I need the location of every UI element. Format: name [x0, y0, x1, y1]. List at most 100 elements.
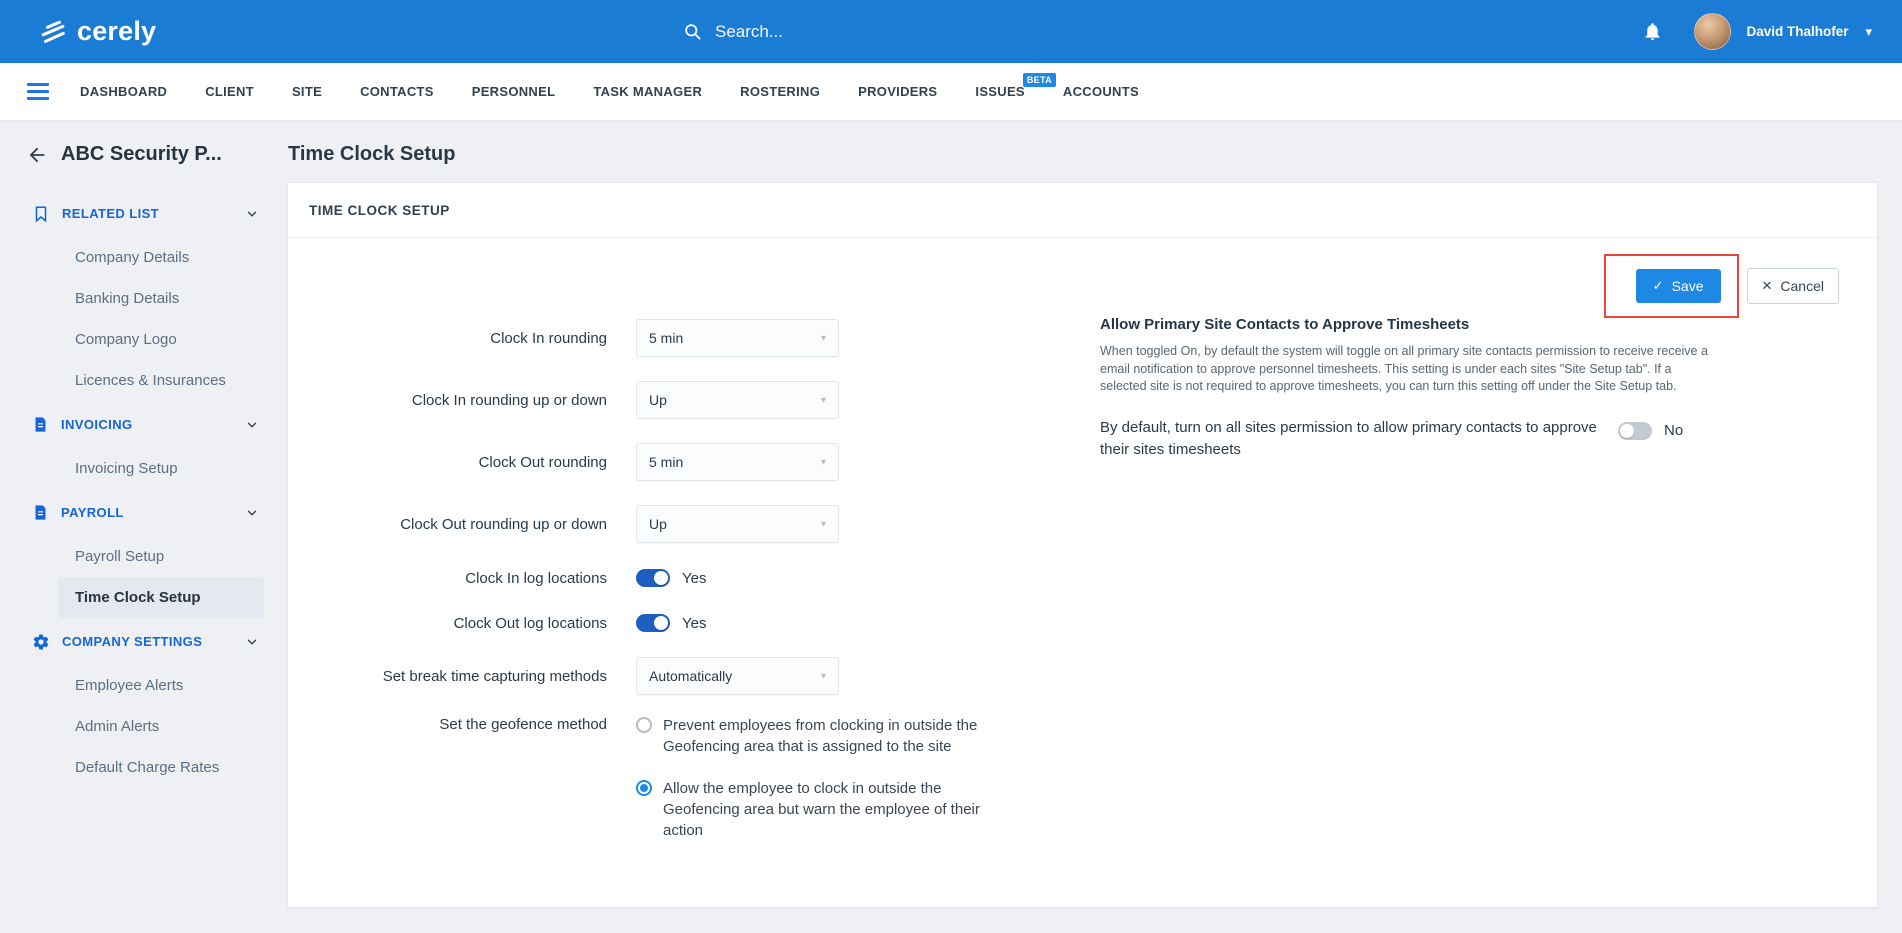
- sidebar-section-payroll[interactable]: PAYROLL: [0, 489, 281, 536]
- approve-timesheets-toggle[interactable]: [1618, 421, 1652, 440]
- topbar: cerely David Thalhofer ▾: [0, 0, 1902, 63]
- brand-name: cerely: [77, 16, 157, 46]
- time-clock-setup-card: TIME CLOCK SETUP ✓ Save ✕ Cancel Clock I…: [287, 182, 1878, 908]
- section-label: RELATED LIST: [62, 206, 159, 221]
- form-row: Clock Out rounding 5 min ▾: [288, 439, 1078, 485]
- user-name[interactable]: David Thalhofer: [1746, 24, 1848, 39]
- nav-item-task-manager[interactable]: TASK MANAGER: [593, 84, 702, 99]
- sidebar-section-company-settings[interactable]: COMPANY SETTINGS: [0, 618, 281, 665]
- nav-item-accounts[interactable]: ACCOUNTS: [1063, 84, 1139, 99]
- search-input[interactable]: [715, 21, 1113, 42]
- section-label: INVOICING: [61, 417, 133, 432]
- select-caret-icon: ▾: [820, 332, 826, 344]
- nav-item-dashboard[interactable]: DASHBOARD: [80, 84, 167, 99]
- clock-in-rounding-select[interactable]: 5 min ▾: [636, 319, 839, 357]
- sidebar-item-employee-alerts[interactable]: Employee Alerts: [58, 665, 264, 706]
- field-label-clock-out-log-locations: Clock Out log locations: [453, 614, 607, 632]
- form-row: Set the geofence method Prevent employee…: [288, 715, 1078, 862]
- field-label-break-time-methods: Set break time capturing methods: [382, 667, 607, 685]
- beta-badge: BETA: [1022, 73, 1056, 87]
- field-label-clock-in-up-down: Clock In rounding up or down: [411, 391, 607, 409]
- section-label: PAYROLL: [61, 505, 124, 520]
- menu-icon[interactable]: [27, 83, 49, 100]
- field-label-clock-in-log-locations: Clock In log locations: [465, 569, 607, 587]
- sidebar-item-licences-insurances[interactable]: Licences & Insurances: [58, 360, 264, 401]
- break-time-methods-select[interactable]: Automatically ▾: [636, 657, 839, 695]
- form-row: Clock Out rounding up or down Up ▾: [288, 501, 1078, 547]
- select-caret-icon: ▾: [820, 394, 826, 406]
- global-search: [683, 0, 1113, 63]
- approve-panel-description: When toggled On, by default the system w…: [1100, 344, 1708, 393]
- save-button-label: Save: [1671, 278, 1704, 294]
- nav-items: DASHBOARD CLIENT SITE CONTACTS PERSONNEL…: [80, 73, 1139, 99]
- save-button[interactable]: ✓ Save: [1635, 269, 1721, 303]
- select-value: Up: [649, 516, 667, 532]
- approve-panel-heading: Allow Primary Site Contacts to Approve T…: [1100, 316, 1470, 333]
- field-label-clock-in-rounding: Clock In rounding: [490, 329, 607, 347]
- gear-icon: [32, 633, 50, 651]
- nav-item-personnel[interactable]: PERSONNEL: [472, 84, 556, 99]
- clock-in-up-down-select[interactable]: Up ▾: [636, 381, 839, 419]
- cancel-button[interactable]: ✕ Cancel: [1746, 268, 1839, 304]
- form-row: Clock Out log locations Yes: [288, 608, 1078, 638]
- select-value: Automatically: [649, 668, 733, 684]
- form-row: Clock In rounding up or down Up ▾: [288, 377, 1078, 423]
- notifications-bell-icon[interactable]: [1642, 21, 1663, 42]
- nav-item-contacts[interactable]: CONTACTS: [360, 84, 434, 99]
- sidebar-section-related-list[interactable]: RELATED LIST: [0, 190, 281, 237]
- geofence-option-allow-warn[interactable]: Allow the employee to clock in outside t…: [636, 778, 985, 841]
- clock-out-up-down-select[interactable]: Up ▾: [636, 505, 839, 543]
- nav-item-site[interactable]: SITE: [292, 84, 322, 99]
- annotation-save-highlight: ✓ Save: [1603, 254, 1739, 318]
- search-icon[interactable]: [683, 22, 702, 41]
- nav-item-providers[interactable]: PROVIDERS: [858, 84, 937, 99]
- select-caret-icon: ▾: [820, 670, 826, 682]
- clock-out-rounding-select[interactable]: 5 min ▾: [636, 443, 839, 481]
- field-label-clock-out-up-down: Clock Out rounding up or down: [400, 515, 607, 533]
- close-icon: ✕: [1761, 278, 1773, 293]
- back-arrow-icon[interactable]: [26, 144, 48, 166]
- cerely-logo-icon: [38, 17, 68, 47]
- main-content: Time Clock Setup TIME CLOCK SETUP ✓ Save…: [281, 121, 1902, 933]
- chevron-down-icon[interactable]: [245, 635, 259, 649]
- sidebar-item-default-charge-rates[interactable]: Default Charge Rates: [58, 747, 264, 788]
- topbar-right: David Thalhofer ▾: [1642, 13, 1872, 50]
- approve-panel-toggle-label: By default, turn on all sites permission…: [1100, 418, 1597, 458]
- geofence-option-prevent[interactable]: Prevent employees from clocking in outsi…: [636, 715, 985, 757]
- sidebar-title: ABC Security P...: [61, 143, 222, 165]
- sidebar-item-admin-alerts[interactable]: Admin Alerts: [58, 706, 264, 747]
- radio-unselected-icon[interactable]: [636, 717, 652, 733]
- sidebar-section-invoicing[interactable]: INVOICING: [0, 401, 281, 448]
- page-title: Time Clock Setup: [288, 143, 456, 165]
- chevron-down-icon[interactable]: [245, 418, 259, 432]
- radio-selected-icon[interactable]: [636, 780, 652, 796]
- document-icon: [32, 416, 49, 433]
- toggle-state-label: No: [1664, 422, 1684, 439]
- user-avatar[interactable]: [1694, 13, 1732, 50]
- geofence-radio-group: Prevent employees from clocking in outsi…: [636, 715, 985, 862]
- nav-item-issues[interactable]: ISSUES BETA: [975, 73, 1056, 99]
- sidebar-item-company-logo[interactable]: Company Logo: [58, 319, 264, 360]
- sidebar-item-payroll-setup[interactable]: Payroll Setup: [58, 536, 264, 577]
- user-menu-caret-icon[interactable]: ▾: [1865, 24, 1872, 40]
- brand[interactable]: cerely: [38, 16, 156, 47]
- clock-in-log-locations-toggle[interactable]: [636, 569, 670, 587]
- sidebar-item-time-clock-setup[interactable]: Time Clock Setup: [58, 577, 264, 618]
- nav-item-client[interactable]: CLIENT: [205, 84, 254, 99]
- sidebar-item-invoicing-setup[interactable]: Invoicing Setup: [58, 448, 264, 489]
- chevron-down-icon[interactable]: [245, 506, 259, 520]
- form-row: Clock In rounding 5 min ▾: [288, 315, 1078, 361]
- clock-out-log-locations-toggle[interactable]: [636, 614, 670, 632]
- field-label-geofence-method: Set the geofence method: [439, 716, 607, 733]
- sidebar-item-company-details[interactable]: Company Details: [58, 237, 264, 278]
- chevron-down-icon[interactable]: [245, 207, 259, 221]
- select-caret-icon: ▾: [820, 518, 826, 530]
- select-value: 5 min: [649, 454, 684, 470]
- select-value: 5 min: [649, 330, 684, 346]
- card-header: TIME CLOCK SETUP: [288, 183, 1877, 238]
- nav-item-rostering[interactable]: ROSTERING: [740, 84, 820, 99]
- select-value: Up: [649, 392, 667, 408]
- check-icon: ✓: [1652, 278, 1664, 293]
- sidebar-item-banking-details[interactable]: Banking Details: [58, 278, 264, 319]
- radio-option-label: Allow the employee to clock in outside t…: [663, 780, 980, 839]
